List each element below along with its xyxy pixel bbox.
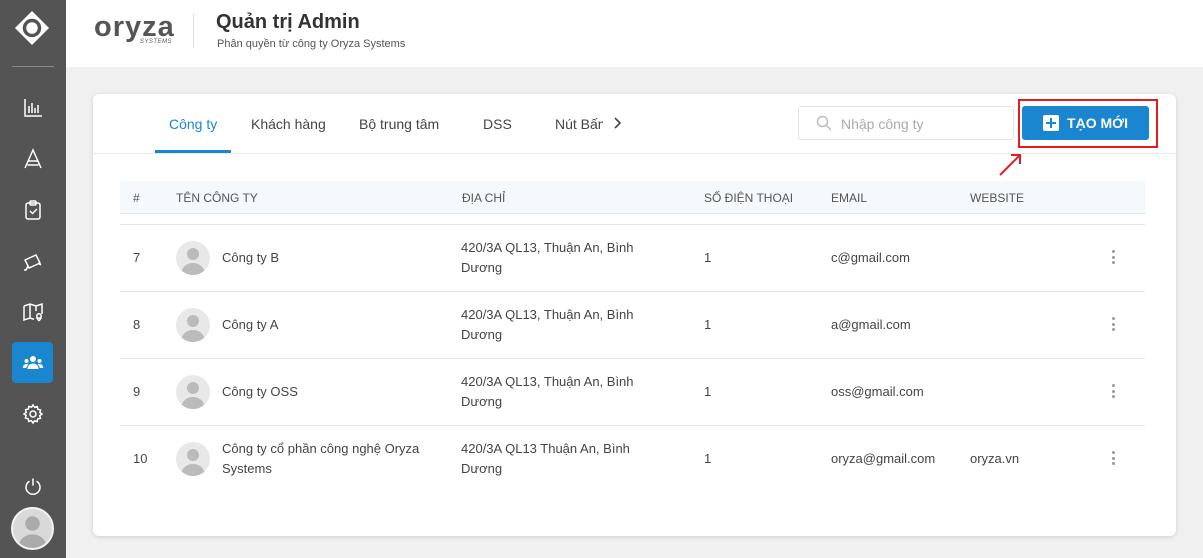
top-header: oryza SYSTEMS Quản trị Admin Phân quyền … (66, 0, 1203, 67)
row-index: 10 (133, 451, 148, 466)
company-phone: 1 (704, 451, 712, 466)
company-phone: 1 (704, 250, 712, 265)
table-header: # TÊN CÔNG TY ĐỊA CHỈ SỐ ĐIỆN THOẠI EMAI… (120, 181, 1145, 214)
table-row[interactable]: 7 Công ty B 420/3A QL13, Thuận An, Bình … (120, 224, 1145, 291)
table-row[interactable]: 10 Công ty cổ phần công nghệ Oryza Syste… (120, 425, 1145, 492)
sidebar-item-users[interactable] (12, 342, 53, 383)
more-options-icon[interactable] (1110, 451, 1116, 467)
page-subtitle: Phân quyền từ công ty Oryza Systems (217, 38, 406, 50)
company-name: Công ty A (222, 317, 279, 332)
company-email: oryza@gmail.com (831, 451, 936, 466)
tab-dss[interactable]: DSS (483, 116, 512, 132)
company-phone: 1 (704, 384, 712, 399)
page-title: Quản trị Admin (216, 11, 360, 33)
col-header-phone: SỐ ĐIỆN THOẠI (704, 191, 794, 205)
company-avatar (176, 241, 210, 275)
tab-nut-bam[interactable]: Nút Bấm (555, 116, 603, 132)
gear-icon (22, 403, 43, 424)
text-a-icon (23, 147, 42, 168)
power-icon (24, 477, 41, 495)
chevron-right-icon[interactable] (610, 114, 624, 132)
tab-khach-hang[interactable]: Khách hàng (251, 116, 326, 132)
col-header-name: TÊN CÔNG TY (176, 191, 258, 205)
company-address: 420/3A QL13, Thuận An, Bình Dương (461, 374, 634, 409)
header-divider (193, 14, 194, 48)
company-name: Công ty cổ phần công nghệ Oryza Systems (222, 441, 420, 476)
company-phone: 1 (704, 317, 712, 332)
company-avatar (176, 442, 210, 476)
user-silhouette-icon (18, 516, 47, 548)
more-options-icon[interactable] (1110, 250, 1116, 266)
col-header-email: EMAIL (831, 191, 868, 205)
table-row[interactable]: 9 Công ty OSS 420/3A QL13, Thuận An, Bìn… (120, 358, 1145, 425)
sidebar-item-map[interactable] (12, 291, 53, 332)
users-icon (22, 355, 43, 369)
brand-logo: oryza SYSTEMS (94, 13, 176, 49)
brand-subtitle: SYSTEMS (139, 39, 172, 45)
camera-icon (23, 253, 41, 271)
bar-chart-icon (23, 98, 42, 117)
company-email: c@gmail.com (831, 250, 910, 265)
row-index: 7 (133, 250, 141, 265)
company-address: 420/3A QL13 Thuận An, Bình Dương (461, 441, 630, 476)
more-options-icon[interactable] (1110, 317, 1116, 333)
company-avatar (176, 308, 210, 342)
tab-bar: Công ty Khách hàng Bộ trung tâm DSS Nút … (93, 94, 1176, 154)
tab-cong-ty[interactable]: Công ty (169, 116, 217, 132)
row-index: 8 (133, 317, 141, 332)
sidebar-item-camera[interactable] (12, 240, 53, 281)
map-pin-icon (22, 302, 43, 321)
search-icon (816, 115, 832, 131)
active-tab-indicator (155, 150, 231, 153)
user-avatar[interactable] (11, 507, 54, 550)
company-address: 420/3A QL13, Thuận An, Bình Dương (461, 240, 634, 275)
clipboard-check-icon (24, 199, 41, 220)
col-header-address: ĐỊA CHỈ (462, 191, 506, 205)
search-box (798, 106, 1014, 140)
highlight-annotation (1018, 99, 1158, 148)
sidebar-item-power[interactable] (12, 466, 53, 507)
tab-nut-bam-clip: Nút Bấm (555, 116, 603, 132)
main-card: Công ty Khách hàng Bộ trung tâm DSS Nút … (93, 94, 1176, 536)
tab-bo-trung-tam[interactable]: Bộ trung tâm (359, 116, 439, 132)
search-input[interactable] (841, 113, 1001, 135)
more-options-icon[interactable] (1110, 384, 1116, 400)
company-avatar (176, 375, 210, 409)
app-logo-icon[interactable] (14, 10, 50, 46)
company-name: Công ty B (222, 250, 280, 265)
sidebar-item-tasks[interactable] (12, 189, 53, 230)
sidebar (0, 0, 66, 558)
company-website[interactable]: oryza.vn (970, 449, 1019, 469)
row-index: 9 (133, 384, 141, 399)
col-header-index: # (133, 191, 140, 205)
sidebar-divider (12, 66, 54, 67)
sidebar-item-font[interactable] (12, 138, 53, 179)
company-email: oss@gmail.com (831, 384, 924, 399)
sidebar-item-dashboard[interactable] (12, 87, 53, 128)
table-row[interactable]: 8 Công ty A 420/3A QL13, Thuận An, Bình … (120, 291, 1145, 358)
sidebar-item-settings[interactable] (12, 393, 53, 434)
company-address: 420/3A QL13, Thuận An, Bình Dương (461, 307, 634, 342)
company-email: a@gmail.com (831, 317, 911, 332)
company-name: Công ty OSS (222, 384, 298, 399)
annotation-arrow-icon (999, 154, 1021, 176)
col-header-website: WEBSITE (970, 191, 1025, 205)
brand-name: oryza (94, 11, 175, 43)
